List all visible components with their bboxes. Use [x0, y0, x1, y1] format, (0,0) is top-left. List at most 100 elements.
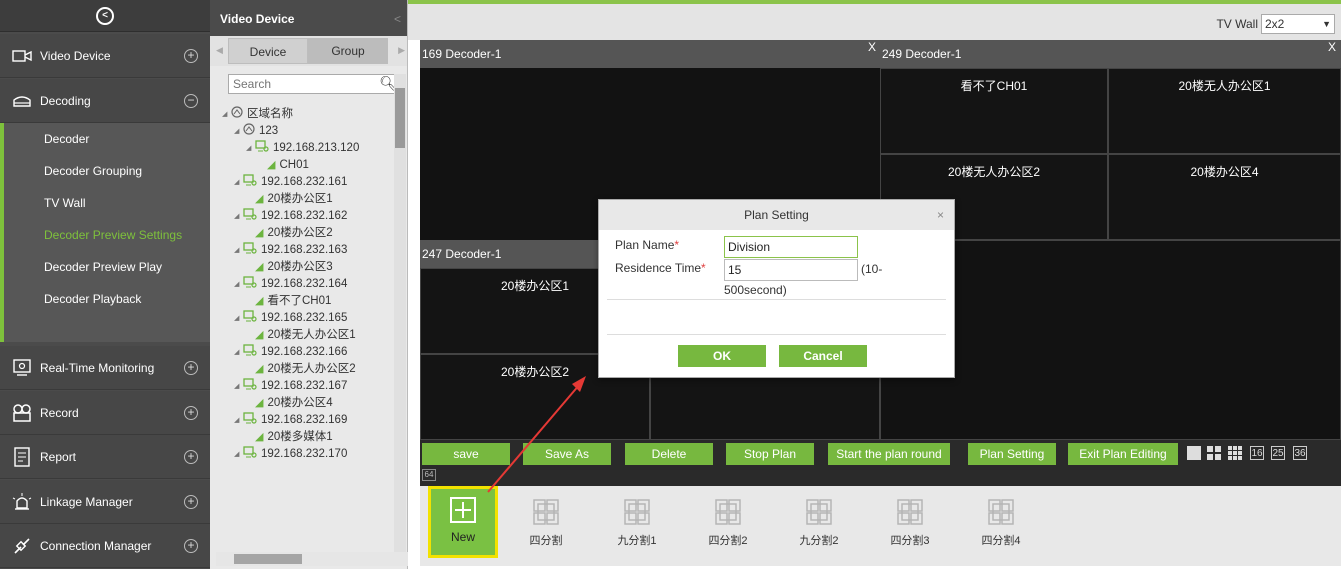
expand-toggle-icon[interactable]: ◢	[234, 412, 243, 429]
sidebar-section-decoding[interactable]: Decoding −	[0, 79, 210, 123]
expand-toggle-icon[interactable]: ◢	[234, 242, 243, 259]
tree-node-area[interactable]: ◢ 区域名称	[222, 106, 400, 123]
tree-vertical-scrollbar[interactable]	[394, 74, 406, 552]
tree-node-label: 区域名称	[247, 108, 293, 120]
expand-toggle-icon[interactable]: ◢	[234, 344, 243, 361]
tree-node-camera[interactable]: ◢ 20楼多媒体1	[222, 429, 400, 446]
expand-toggle-icon[interactable]: ◢	[234, 310, 243, 327]
tree-node-camera[interactable]: ◢ 20楼无人办公区2	[222, 361, 400, 378]
plan-layout-icon	[987, 498, 1015, 526]
tree-node-camera[interactable]: ◢ CH01	[222, 157, 400, 174]
expand-toggle-icon[interactable]: ◢	[234, 446, 243, 463]
tree-node-device[interactable]: ◢ 192.168.232.166	[222, 343, 400, 361]
tree-node-area[interactable]: ◢ 123	[222, 122, 400, 140]
layout-4-icon[interactable]	[1207, 446, 1221, 460]
sidebar-section-report[interactable]: Report +	[0, 435, 210, 479]
stop-plan-button[interactable]: Stop Plan	[726, 443, 814, 465]
layout-25-icon[interactable]: 25	[1271, 446, 1285, 460]
tree-node-device[interactable]: ◢ 192.168.213.120	[222, 139, 400, 157]
tree-node-label: 192.168.213.120	[273, 142, 360, 154]
plan-item[interactable]: 四分割4	[971, 498, 1031, 548]
wall-cell[interactable]: 20楼无人办公区1	[1108, 68, 1341, 154]
tab-scroll-right-icon[interactable]: ▶	[398, 45, 405, 56]
tree-node-camera[interactable]: ◢ 20楼办公区4	[222, 395, 400, 412]
tree-node-device[interactable]: ◢ 192.168.232.164	[222, 275, 400, 293]
collapse-panel-icon[interactable]: <	[394, 12, 401, 26]
expand-icon[interactable]: +	[184, 538, 198, 553]
layout-16-icon[interactable]: 16	[1250, 446, 1264, 460]
plan-item[interactable]: 四分割2	[698, 498, 758, 548]
close-decoder-icon[interactable]: X	[1328, 40, 1336, 54]
scroll-thumb[interactable]	[395, 88, 405, 148]
plan-setting-button[interactable]: Plan Setting	[968, 443, 1056, 465]
sidebar-section-connection-manager[interactable]: Connection Manager +	[0, 524, 210, 568]
sidebar-item-decoder[interactable]: Decoder	[4, 123, 210, 155]
plan-item[interactable]: 四分割	[516, 498, 576, 548]
expand-toggle-icon[interactable]: ◢	[234, 276, 243, 293]
expand-toggle-icon[interactable]: ◢	[234, 208, 243, 225]
collapse-toggle[interactable]: <	[0, 0, 210, 32]
tab-scroll-left-icon[interactable]: ◀	[216, 45, 223, 56]
delete-button[interactable]: Delete	[625, 443, 713, 465]
tree-node-device[interactable]: ◢ 192.168.232.161	[222, 173, 400, 191]
sidebar-section-linkage-manager[interactable]: Linkage Manager +	[0, 480, 210, 524]
tree-node-device[interactable]: ◢ 192.168.232.162	[222, 207, 400, 225]
report-icon	[4, 446, 40, 467]
expand-toggle-icon[interactable]: ◢	[234, 378, 243, 395]
exit-plan-editing-button[interactable]: Exit Plan Editing	[1068, 443, 1178, 465]
tab-group[interactable]: Group	[308, 38, 388, 64]
tree-node-camera[interactable]: ◢ 20楼办公区1	[222, 191, 400, 208]
expand-icon[interactable]: +	[184, 405, 198, 420]
tree-node-device[interactable]: ◢ 192.168.232.163	[222, 241, 400, 259]
wall-cell[interactable]: 看不了CH01	[880, 68, 1108, 154]
dialog-header: Plan Setting ×	[599, 200, 954, 230]
scroll-thumb[interactable]	[234, 554, 302, 564]
sidebar-item-decoder-preview-settings[interactable]: Decoder Preview Settings	[4, 219, 210, 251]
expand-icon[interactable]: +	[184, 360, 198, 375]
sidebar-item-tv-wall[interactable]: TV Wall	[4, 187, 210, 219]
cancel-button[interactable]: Cancel	[779, 345, 867, 367]
tree-node-camera[interactable]: ◢ 20楼办公区2	[222, 225, 400, 242]
expand-toggle-icon[interactable]: ◢	[234, 123, 243, 140]
tree-node-device[interactable]: ◢ 192.168.232.165	[222, 309, 400, 327]
expand-icon[interactable]: +	[184, 494, 198, 509]
sidebar-section-real-time-monitoring[interactable]: Real-Time Monitoring +	[0, 346, 210, 390]
expand-toggle-icon[interactable]: ◢	[234, 174, 243, 191]
expand-toggle-icon[interactable]: ◢	[222, 106, 231, 123]
sidebar-section-label: Real-Time Monitoring	[40, 360, 155, 375]
tree-node-camera[interactable]: ◢ 看不了CH01	[222, 293, 400, 310]
tree-node-camera[interactable]: ◢ 20楼无人办公区1	[222, 327, 400, 344]
residence-time-input[interactable]: 15	[724, 259, 858, 281]
search-input[interactable]	[229, 75, 377, 93]
sidebar-section-video-device[interactable]: Video Device +	[0, 34, 210, 78]
layout-1-icon[interactable]	[1187, 446, 1201, 460]
sidebar-item-decoder-preview-play[interactable]: Decoder Preview Play	[4, 251, 210, 283]
layout-9-icon[interactable]	[1228, 446, 1242, 460]
close-decoder-icon[interactable]: X	[868, 40, 876, 54]
layout-64-icon[interactable]: 64	[422, 469, 436, 481]
ok-button[interactable]: OK	[678, 345, 766, 367]
tree-node-device[interactable]: ◢ 192.168.232.169	[222, 411, 400, 429]
tv-wall-select[interactable]: 2x2 ▼	[1261, 14, 1335, 34]
sidebar-item-decoder-grouping[interactable]: Decoder Grouping	[4, 155, 210, 187]
start-plan-round-button[interactable]: Start the plan round	[828, 443, 950, 465]
sidebar-section-record[interactable]: Record +	[0, 391, 210, 435]
tree-node-device[interactable]: ◢ 192.168.232.170	[222, 445, 400, 463]
close-icon[interactable]: ×	[937, 200, 944, 230]
tab-device[interactable]: Device	[228, 38, 308, 64]
collapse-icon[interactable]: −	[184, 93, 198, 108]
circle-chevron-icon[interactable]: <	[96, 6, 114, 25]
expand-icon[interactable]: +	[184, 449, 198, 464]
plan-item[interactable]: 四分割3	[880, 498, 940, 548]
tree-horizontal-scrollbar[interactable]	[216, 552, 408, 566]
tree-node-camera[interactable]: ◢ 20楼办公区3	[222, 259, 400, 276]
expand-icon[interactable]: +	[184, 48, 198, 63]
expand-toggle-icon[interactable]: ◢	[246, 140, 255, 157]
sidebar-item-decoder-playback[interactable]: Decoder Playback	[4, 283, 210, 315]
plan-name-input[interactable]: Division	[724, 236, 858, 258]
plan-item[interactable]: 九分割2	[789, 498, 849, 548]
layout-36-icon[interactable]: 36	[1293, 446, 1307, 460]
wall-cell[interactable]: 20楼办公区4	[1108, 154, 1341, 240]
tree-node-device[interactable]: ◢ 192.168.232.167	[222, 377, 400, 395]
plan-item[interactable]: 九分割1	[607, 498, 667, 548]
